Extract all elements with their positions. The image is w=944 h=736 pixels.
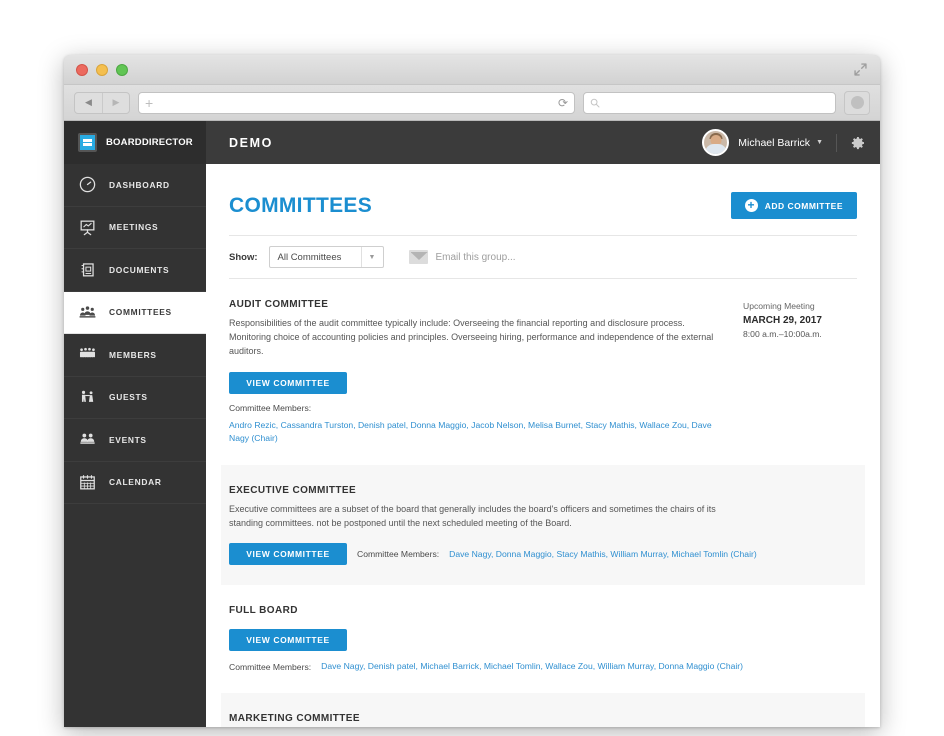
committee-members-label: Committee Members: [357,549,440,560]
chevron-down-icon: ▼ [360,247,383,267]
committee-card: EXECUTIVE COMMITTEE Executive committees… [221,464,865,586]
browser-titlebar [64,55,880,85]
email-group-placeholder: Email this group... [435,251,516,263]
app-root: BOARDDIRECTOR DASHBOARD MEETINGS DOCUMEN… [64,121,880,727]
brand-logo[interactable]: BOARDDIRECTOR [64,121,206,164]
envelope-icon [408,250,428,264]
sidebar: BOARDDIRECTOR DASHBOARD MEETINGS DOCUMEN… [64,121,206,727]
committee-members-label: Committee Members: [229,402,312,413]
view-committee-button[interactable]: VIEW COMMITTEE [229,543,347,566]
members-icon [78,345,97,364]
committee-members-label: Committee Members: [229,661,312,672]
topbar-right: Michael Barrick ▼ [702,129,866,156]
committee-members-list[interactable]: Dave Nagy, Denish patel, Michael Barrick… [321,660,743,673]
events-icon [78,430,97,449]
sidebar-item-documents[interactable]: DOCUMENTS [64,249,206,292]
committee-card: AUDIT COMMITTEE Responsibilities of the … [229,279,857,465]
committee-name: AUDIT COMMITTEE [229,299,329,310]
committees-icon [78,303,97,322]
forward-arrow-icon[interactable]: ▶ [102,92,129,113]
documents-icon [78,260,97,279]
minimize-window-button[interactable] [96,64,108,76]
committee-description: Executive committees are a subset of the… [229,503,716,528]
page-header: COMMITTEES + ADD COMMITTEE [229,164,857,235]
user-menu-label[interactable]: Michael Barrick [738,137,810,149]
sidebar-item-meetings[interactable]: MEETINGS [64,207,206,249]
committee-name: FULL BOARD [229,605,298,617]
reload-icon[interactable]: ⟳ [558,96,568,110]
upcoming-meeting-label: Upcoming Meeting [743,301,815,311]
add-committee-label: ADD COMMITTEE [764,200,843,211]
show-label: Show: [229,251,258,263]
upcoming-meeting-date: MARCH 29, 2017 [743,315,822,326]
browser-window: ◀ ▶ + ⟳ BOARDDIRECTOR DASHBOARD MEETINGS… [64,55,880,727]
brand-name: BOARDDIRECTOR [106,137,193,148]
divider [836,133,837,152]
view-committee-button[interactable]: VIEW COMMITTEE [229,371,347,394]
boarddirector-logo-icon [78,133,97,152]
sidebar-item-events[interactable]: EVENTS [64,419,206,462]
add-committee-button[interactable]: + ADD COMMITTEE [730,192,857,219]
profile-circle-icon [850,96,864,109]
guests-icon [78,388,97,407]
sidebar-item-label: DASHBOARD [109,179,170,190]
close-window-button[interactable] [76,64,88,76]
sidebar-item-label: MEMBERS [109,349,157,360]
plus-circle-icon: + [744,199,758,212]
committee-members-list[interactable]: Andro Rezic, Cassandra Turston, Denish p… [229,419,725,445]
committee-card: MARKETING COMMITTEE Drive traffic to Boa… [221,693,865,727]
workspace-title: DEMO [229,135,273,150]
browser-profile-button[interactable] [844,90,870,115]
upcoming-meeting-time: 8:00 a.m.–10:00a.m. [743,329,822,339]
sidebar-item-label: CALENDAR [109,477,162,488]
upcoming-meeting-panel: Upcoming Meeting MARCH 29, 2017 8:00 a.m… [725,299,857,445]
url-input[interactable]: + ⟳ [138,91,575,114]
maximize-window-button[interactable] [116,64,128,76]
sidebar-item-label: COMMITTEES [109,307,172,318]
sidebar-item-label: DOCUMENTS [109,264,170,275]
gear-icon[interactable] [850,135,866,151]
filter-bar: Show: All Committees ▼ Email this group.… [229,235,857,279]
committee-filter-value: All Committees [277,251,342,263]
plus-icon[interactable]: + [145,96,153,110]
committee-members-list[interactable]: Dave Nagy, Donna Maggio, Stacy Mathis, W… [449,548,757,561]
back-arrow-icon[interactable]: ◀ [75,93,102,113]
search-icon [590,98,600,107]
sidebar-item-label: MEETINGS [109,222,159,233]
app-topbar: DEMO Michael Barrick ▼ [206,121,880,164]
sidebar-item-members[interactable]: MEMBERS [64,334,206,377]
committee-name: EXECUTIVE COMMITTEE [229,484,357,496]
chevron-down-icon[interactable]: ▼ [816,139,823,146]
committee-filter-select[interactable]: All Committees ▼ [268,246,384,268]
presentation-icon [78,218,97,237]
avatar[interactable] [702,129,730,156]
page-title: COMMITTEES [229,193,372,217]
sidebar-item-label: GUESTS [109,392,148,403]
dashboard-icon [78,175,97,194]
avatar-body [704,144,727,154]
committee-card: FULL BOARD VIEW COMMITTEE Committee Memb… [229,585,857,693]
sidebar-item-dashboard[interactable]: DASHBOARD [64,164,206,207]
sidebar-item-calendar[interactable]: CALENDAR [64,462,206,504]
window-traffic-lights [76,64,128,76]
committee-name: MARKETING COMMITTEE [229,713,360,725]
sidebar-item-guests[interactable]: GUESTS [64,377,206,419]
page-content: COMMITTEES + ADD COMMITTEE Show: All Com… [206,164,880,727]
expand-arrows-icon[interactable] [853,62,868,77]
committee-description: Responsibilities of the audit committee … [229,318,714,356]
search-input[interactable] [583,91,836,114]
sidebar-item-label: EVENTS [109,434,147,445]
browser-toolbar: ◀ ▶ + ⟳ [64,85,880,121]
view-committee-button[interactable]: VIEW COMMITTEE [229,629,347,652]
calendar-icon [78,473,97,492]
sidebar-item-committees[interactable]: COMMITTEES [64,291,206,334]
email-group-field[interactable]: Email this group... [408,250,516,264]
nav-buttons: ◀ ▶ [74,91,130,114]
main-column: DEMO Michael Barrick ▼ COMMITTEES + ADD … [206,121,880,727]
